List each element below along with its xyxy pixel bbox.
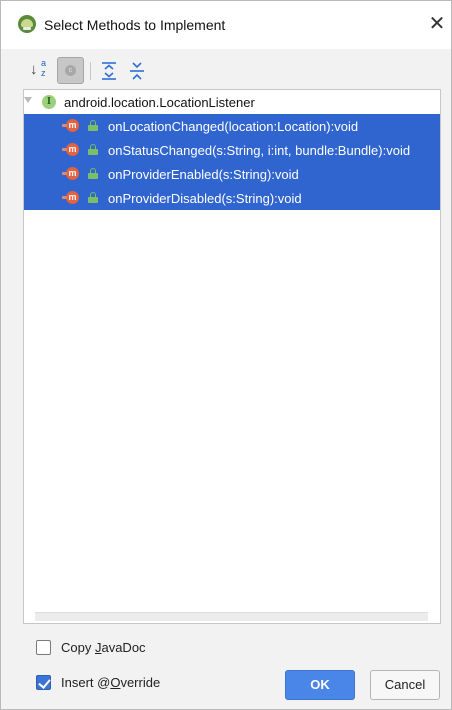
method-icon: m	[62, 119, 79, 132]
method-icon: m	[62, 191, 79, 204]
android-studio-icon	[18, 15, 36, 33]
method-icon: m	[62, 143, 79, 156]
public-lock-icon	[88, 192, 98, 203]
public-lock-icon	[88, 144, 98, 155]
method-label: onStatusChanged(s:String, i:int, bundle:…	[108, 143, 411, 158]
ok-button[interactable]: OK	[285, 670, 355, 700]
toolbar: ↓ a z c	[1, 49, 451, 91]
horizontal-scrollbar[interactable]	[35, 612, 428, 621]
method-label: onProviderEnabled(s:String):void	[108, 167, 299, 182]
collapse-all-icon	[130, 62, 144, 80]
insert-override-checkbox[interactable]	[36, 675, 51, 690]
show-classes-icon: c	[65, 65, 76, 76]
sort-a-glyph: a	[41, 58, 47, 68]
method-label: onLocationChanged(location:Location):voi…	[108, 119, 359, 134]
public-lock-icon	[88, 120, 98, 131]
interface-icon: I	[42, 95, 56, 109]
show-classes-button[interactable]: c	[57, 57, 84, 84]
method-row[interactable]: m onLocationChanged(location:Location):v…	[24, 114, 440, 138]
sort-arrow-icon: ↓	[30, 61, 38, 78]
method-icon: m	[62, 167, 79, 180]
dialog-title: Select Methods to Implement	[44, 17, 226, 33]
tree-root-node[interactable]: I android.location.LocationListener	[24, 90, 440, 114]
close-button[interactable]: ✕	[425, 11, 449, 37]
insert-override-label[interactable]: Insert @Override	[61, 675, 160, 690]
copy-javadoc-checkbox[interactable]	[36, 640, 51, 655]
copy-javadoc-label[interactable]: Copy JavaDoc	[61, 640, 146, 655]
collapse-all-button[interactable]	[125, 59, 149, 83]
method-label: onProviderDisabled(s:String):void	[108, 191, 302, 206]
expand-all-button[interactable]	[97, 59, 121, 83]
methods-tree[interactable]: I android.location.LocationListener m on…	[23, 89, 441, 624]
sort-z-glyph: z	[41, 68, 46, 78]
expand-all-icon	[102, 62, 116, 80]
method-row[interactable]: m onProviderEnabled(s:String):void	[24, 162, 440, 186]
tree-root-label: android.location.LocationListener	[64, 95, 255, 110]
expand-caret-icon[interactable]	[24, 97, 32, 103]
select-methods-dialog: Select Methods to Implement ✕ ↓ a z c I …	[0, 0, 452, 710]
method-row[interactable]: m onStatusChanged(s:String, i:int, bundl…	[24, 138, 440, 162]
method-row[interactable]: m onProviderDisabled(s:String):void	[24, 186, 440, 210]
sort-alphabetically-button[interactable]: ↓ a z	[28, 58, 52, 83]
title-bar: Select Methods to Implement ✕	[1, 1, 451, 49]
public-lock-icon	[88, 168, 98, 179]
cancel-button[interactable]: Cancel	[370, 670, 440, 700]
toolbar-separator	[90, 62, 91, 80]
